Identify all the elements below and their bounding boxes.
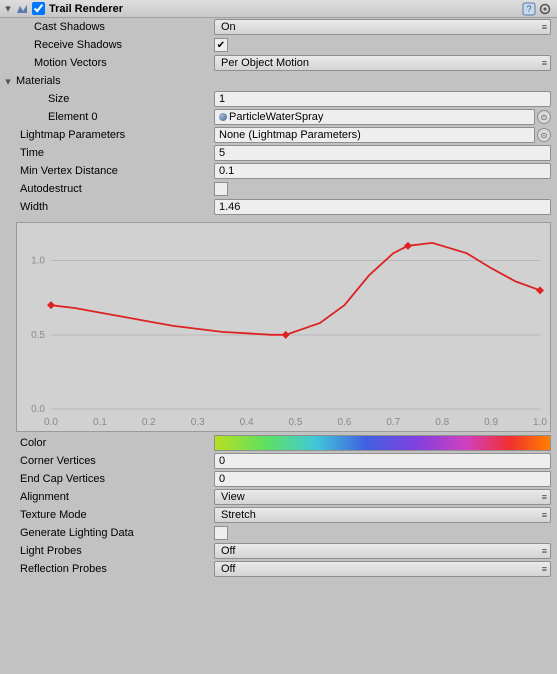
receive-shadows-checkbox[interactable] xyxy=(214,38,228,52)
motion-vectors-dropdown[interactable]: Per Object Motion xyxy=(214,55,551,71)
svg-text:0.9: 0.9 xyxy=(484,417,498,428)
time-input[interactable] xyxy=(214,145,551,161)
corner-vertices-label: Corner Vertices xyxy=(16,455,214,467)
svg-text:0.2: 0.2 xyxy=(142,417,156,428)
svg-text:0.4: 0.4 xyxy=(240,417,254,428)
svg-text:0.0: 0.0 xyxy=(31,404,45,415)
trail-renderer-icon xyxy=(14,1,30,17)
texture-mode-dropdown[interactable]: Stretch xyxy=(214,507,551,523)
component-header: ▾ Trail Renderer ? xyxy=(0,0,557,18)
materials-element0-value: ParticleWaterSpray xyxy=(229,111,323,123)
lightmap-params-field[interactable]: None (Lightmap Parameters) xyxy=(214,127,535,143)
motion-vectors-label: Motion Vectors xyxy=(16,57,214,69)
reflection-probes-dropdown[interactable]: Off xyxy=(214,561,551,577)
time-label: Time xyxy=(16,147,214,159)
materials-size-input[interactable] xyxy=(214,91,551,107)
materials-element0-picker[interactable]: ⊙ xyxy=(537,110,551,124)
svg-text:0.6: 0.6 xyxy=(337,417,351,428)
svg-text:1.0: 1.0 xyxy=(533,417,547,428)
foldout-icon[interactable]: ▾ xyxy=(2,2,14,15)
svg-text:0.5: 0.5 xyxy=(31,330,45,341)
width-label: Width xyxy=(16,201,214,213)
svg-text:1.0: 1.0 xyxy=(31,256,45,267)
svg-text:0.8: 0.8 xyxy=(435,417,449,428)
cast-shadows-label: Cast Shadows xyxy=(16,21,214,33)
width-curve-editor[interactable]: 0.0 0.5 1.0 0.0 0.1 0.2 0.3 0.4 0.5 0.6 0.7 0.8 0.9 1… xyxy=(16,222,551,432)
gear-icon[interactable] xyxy=(537,1,553,17)
help-icon[interactable]: ? xyxy=(521,1,537,17)
light-probes-label: Light Probes xyxy=(16,545,214,557)
reflection-probes-label: Reflection Probes xyxy=(16,563,214,575)
component-enable-checkbox[interactable] xyxy=(32,2,45,15)
materials-element0-label: Element 0 xyxy=(16,111,214,123)
svg-text:?: ? xyxy=(526,4,531,14)
width-input[interactable] xyxy=(214,199,551,215)
svg-text:0.1: 0.1 xyxy=(93,417,107,428)
min-vertex-dist-input[interactable] xyxy=(214,163,551,179)
min-vertex-dist-label: Min Vertex Distance xyxy=(16,165,214,177)
material-icon xyxy=(219,113,227,121)
cast-shadows-dropdown[interactable]: On xyxy=(214,19,551,35)
end-cap-vertices-input[interactable] xyxy=(214,471,551,487)
corner-vertices-input[interactable] xyxy=(214,453,551,469)
materials-element0-field[interactable]: ParticleWaterSpray xyxy=(214,109,535,125)
end-cap-vertices-label: End Cap Vertices xyxy=(16,473,214,485)
generate-lighting-data-label: Generate Lighting Data xyxy=(16,527,214,539)
light-probes-dropdown[interactable]: Off xyxy=(214,543,551,559)
color-label: Color xyxy=(16,437,214,449)
svg-text:0.5: 0.5 xyxy=(289,417,303,428)
materials-label: Materials xyxy=(14,75,61,87)
lightmap-params-label: Lightmap Parameters xyxy=(16,129,214,141)
svg-text:0.3: 0.3 xyxy=(191,417,205,428)
lightmap-params-value: None (Lightmap Parameters) xyxy=(219,129,361,141)
receive-shadows-label: Receive Shadows xyxy=(16,39,214,51)
lightmap-params-picker[interactable]: ⊙ xyxy=(537,128,551,142)
generate-lighting-data-checkbox[interactable] xyxy=(214,526,228,540)
component-title: Trail Renderer xyxy=(47,3,521,15)
texture-mode-label: Texture Mode xyxy=(16,509,214,521)
materials-size-label: Size xyxy=(16,93,214,105)
autodestruct-label: Autodestruct xyxy=(16,183,214,195)
svg-text:0.7: 0.7 xyxy=(386,417,400,428)
alignment-dropdown[interactable]: View xyxy=(214,489,551,505)
materials-foldout-icon[interactable]: ▾ xyxy=(2,75,14,88)
color-gradient[interactable] xyxy=(214,435,551,451)
autodestruct-checkbox[interactable] xyxy=(214,182,228,196)
svg-text:0.0: 0.0 xyxy=(44,417,58,428)
alignment-label: Alignment xyxy=(16,491,214,503)
